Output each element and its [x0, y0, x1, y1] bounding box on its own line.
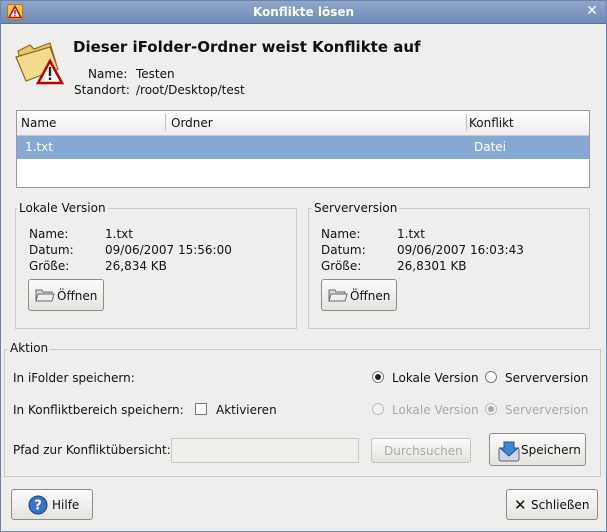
- name-value: Testen: [136, 67, 175, 81]
- local-version-title: Lokale Version: [17, 201, 108, 215]
- save-conflict-label: In Konfliktbereich speichern:: [13, 403, 184, 417]
- local-open-label: Öffnen: [57, 289, 98, 303]
- server-name-label: Name:: [321, 227, 361, 241]
- server-open-label: Öffnen: [350, 289, 391, 303]
- window-title: Konflikte lösen: [252, 5, 355, 19]
- close-label: Schließen: [531, 498, 590, 512]
- conflict-table: Name Ordner Konflikt 1.txt Datei: [16, 110, 590, 188]
- save-ifolder-label: In iFolder speichern:: [13, 371, 135, 385]
- save-conflict-local-label[interactable]: Lokale Version: [392, 403, 479, 417]
- action-title: Aktion: [8, 341, 51, 355]
- help-button[interactable]: ? Hilfe: [11, 489, 93, 520]
- close-x-icon: ✕: [514, 496, 527, 514]
- conflict-path-input[interactable]: [171, 438, 359, 463]
- server-open-button[interactable]: Öffnen: [321, 279, 397, 311]
- location-label: Standort:: [74, 83, 130, 97]
- save-conflict-server-radio[interactable]: [485, 403, 497, 415]
- open-folder-icon: [328, 289, 348, 302]
- save-label: Speichern: [521, 443, 581, 457]
- column-header-conflict[interactable]: Konflikt: [469, 116, 514, 130]
- folder-conflict-icon: [15, 42, 64, 85]
- location-value: /root/Desktop/test: [136, 83, 245, 97]
- activate-checkbox[interactable]: [195, 403, 207, 415]
- save-ifolder-server-label[interactable]: Serverversion: [505, 371, 588, 385]
- local-date-label: Datum:: [29, 243, 74, 257]
- dialog-heading: Dieser iFolder-Ordner weist Konflikte au…: [73, 38, 421, 56]
- table-row[interactable]: 1.txt Datei: [17, 136, 589, 159]
- local-name-value: 1.txt: [105, 227, 133, 241]
- activate-label[interactable]: Aktivieren: [216, 403, 277, 417]
- close-button[interactable]: ✕ Schließen: [506, 489, 598, 520]
- local-size-label: Größe:: [29, 259, 70, 273]
- table-header: Name Ordner Konflikt: [17, 111, 589, 136]
- path-label: Pfad zur Konfliktübersicht:: [13, 443, 171, 457]
- column-header-name[interactable]: Name: [21, 116, 56, 130]
- server-version-title: Serverversion: [312, 201, 400, 215]
- save-conflict-local-radio[interactable]: [372, 403, 384, 415]
- save-ifolder-local-radio[interactable]: [372, 371, 384, 383]
- save-conflict-server-label[interactable]: Serverversion: [505, 403, 588, 417]
- server-date-label: Datum:: [321, 243, 366, 257]
- row-name: 1.txt: [25, 140, 53, 154]
- title-bar[interactable]: Konflikte lösen ✕: [1, 1, 606, 24]
- close-window-icon[interactable]: ✕: [584, 3, 600, 19]
- help-icon: ?: [28, 495, 48, 515]
- column-header-folder[interactable]: Ordner: [171, 116, 213, 130]
- save-ifolder-server-radio[interactable]: [485, 371, 497, 383]
- row-conflict: Datei: [474, 140, 507, 154]
- browse-label: Durchsuchen: [384, 444, 463, 458]
- local-size-value: 26,834 KB: [105, 259, 167, 273]
- save-ifolder-local-label[interactable]: Lokale Version: [392, 371, 479, 385]
- local-date-value: 09/06/2007 15:56:00: [105, 243, 232, 257]
- save-icon: [498, 441, 520, 462]
- svg-text:?: ?: [34, 499, 42, 514]
- open-folder-icon: [35, 289, 55, 302]
- browse-button[interactable]: Durchsuchen: [371, 438, 471, 463]
- server-name-value: 1.txt: [397, 227, 425, 241]
- server-size-value: 26,8301 KB: [397, 259, 467, 273]
- conflict-dialog: Konflikte lösen ✕ Dieser iFolder-Ordner …: [0, 0, 607, 532]
- column-separator: [165, 114, 166, 131]
- server-date-value: 09/06/2007 16:03:43: [397, 243, 524, 257]
- server-size-label: Größe:: [321, 259, 362, 273]
- local-open-button[interactable]: Öffnen: [28, 279, 104, 311]
- save-button[interactable]: Speichern: [489, 433, 586, 466]
- local-name-label: Name:: [29, 227, 69, 241]
- name-label: Name:: [88, 67, 128, 81]
- help-label: Hilfe: [52, 498, 80, 512]
- column-separator: [466, 114, 467, 131]
